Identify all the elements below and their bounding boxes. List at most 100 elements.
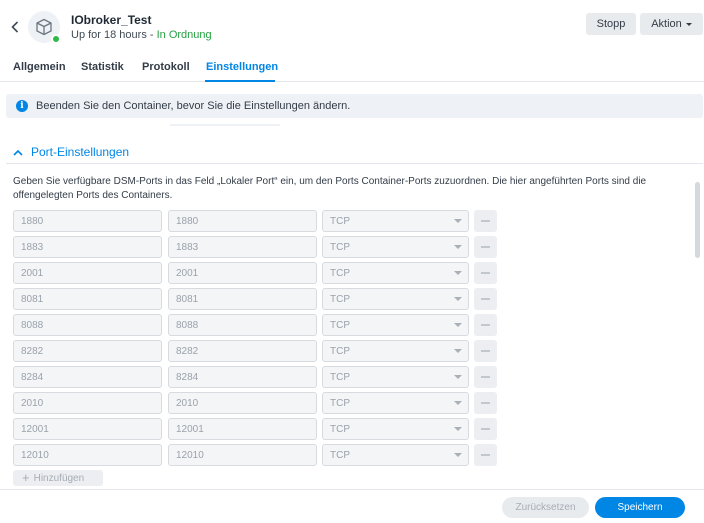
back-button[interactable] bbox=[6, 16, 24, 38]
container-status: Up for 18 hours - In Ordnung bbox=[71, 29, 212, 41]
action-button[interactable]: Aktion bbox=[640, 13, 703, 35]
info-message: Beenden Sie den Container, bevor Sie die… bbox=[36, 100, 351, 112]
add-port-button[interactable]: + Hinzufügen bbox=[13, 470, 103, 486]
info-icon: i bbox=[16, 100, 28, 112]
tab-statistik[interactable]: Statistik bbox=[81, 61, 124, 73]
local-port-input[interactable]: 8081 bbox=[13, 288, 162, 310]
local-port-input[interactable]: 2010 bbox=[13, 392, 162, 414]
protocol-value: TCP bbox=[330, 371, 350, 383]
local-port-input[interactable]: 8088 bbox=[13, 314, 162, 336]
tab-bar: Allgemein Statistik Protokoll Einstellun… bbox=[0, 53, 704, 82]
caret-down-icon bbox=[454, 271, 462, 275]
scrollbar[interactable] bbox=[695, 182, 700, 258]
protocol-select[interactable]: TCP bbox=[322, 210, 469, 232]
chevron-left-icon bbox=[11, 21, 19, 33]
container-port-input[interactable]: 12001 bbox=[168, 418, 317, 440]
protocol-select[interactable]: TCP bbox=[322, 418, 469, 440]
cube-icon bbox=[36, 18, 52, 36]
protocol-select[interactable]: TCP bbox=[322, 314, 469, 336]
info-banner: i Beenden Sie den Container, bevor Sie d… bbox=[6, 94, 703, 118]
divider bbox=[170, 124, 280, 126]
plus-icon: + bbox=[22, 470, 30, 485]
tab-protokoll[interactable]: Protokoll bbox=[142, 61, 190, 73]
protocol-value: TCP bbox=[330, 319, 350, 331]
local-port-input[interactable]: 8284 bbox=[13, 366, 162, 388]
caret-down-icon bbox=[454, 453, 462, 457]
remove-row-button[interactable] bbox=[474, 366, 497, 388]
chevron-up-icon bbox=[13, 149, 23, 156]
minus-icon bbox=[481, 246, 490, 248]
port-section-title: Port-Einstellungen bbox=[31, 145, 130, 159]
protocol-select[interactable]: TCP bbox=[322, 236, 469, 258]
caret-down-icon bbox=[454, 349, 462, 353]
remove-row-button[interactable] bbox=[474, 314, 497, 336]
add-port-label: Hinzufügen bbox=[33, 472, 85, 484]
action-label: Aktion bbox=[651, 18, 682, 30]
remove-row-button[interactable] bbox=[474, 418, 497, 440]
container-port-input[interactable]: 1880 bbox=[168, 210, 317, 232]
minus-icon bbox=[481, 298, 490, 300]
stop-button[interactable]: Stopp bbox=[586, 13, 636, 35]
protocol-value: TCP bbox=[330, 397, 350, 409]
local-port-input[interactable]: 12010 bbox=[13, 444, 162, 466]
minus-icon bbox=[481, 324, 490, 326]
active-tab-indicator bbox=[205, 80, 275, 82]
container-port-input[interactable]: 2010 bbox=[168, 392, 317, 414]
uptime-text: Up for 18 hours - bbox=[71, 29, 157, 41]
remove-row-button[interactable] bbox=[474, 236, 497, 258]
caret-down-icon bbox=[454, 323, 462, 327]
container-port-input[interactable]: 8088 bbox=[168, 314, 317, 336]
protocol-value: TCP bbox=[330, 241, 350, 253]
container-port-input[interactable]: 8284 bbox=[168, 366, 317, 388]
container-port-input[interactable]: 8081 bbox=[168, 288, 317, 310]
status-indicator bbox=[51, 34, 61, 44]
remove-row-button[interactable] bbox=[474, 288, 497, 310]
local-port-input[interactable]: 2001 bbox=[13, 262, 162, 284]
caret-down-icon bbox=[454, 297, 462, 301]
container-title: IObroker_Test bbox=[71, 13, 152, 27]
local-port-input[interactable]: 8282 bbox=[13, 340, 162, 362]
protocol-select[interactable]: TCP bbox=[322, 340, 469, 362]
port-section-description: Geben Sie verfügbare DSM-Ports in das Fe… bbox=[13, 176, 647, 201]
section-divider bbox=[6, 163, 703, 164]
caret-down-icon bbox=[454, 245, 462, 249]
local-port-input[interactable]: 1880 bbox=[13, 210, 162, 232]
protocol-value: TCP bbox=[330, 215, 350, 227]
protocol-select[interactable]: TCP bbox=[322, 262, 469, 284]
reset-button[interactable]: Zurücksetzen bbox=[502, 497, 589, 518]
remove-row-button[interactable] bbox=[474, 444, 497, 466]
remove-row-button[interactable] bbox=[474, 210, 497, 232]
minus-icon bbox=[481, 402, 490, 404]
protocol-select[interactable]: TCP bbox=[322, 392, 469, 414]
caret-down-icon bbox=[454, 375, 462, 379]
protocol-select[interactable]: TCP bbox=[322, 444, 469, 466]
minus-icon bbox=[481, 428, 490, 430]
minus-icon bbox=[481, 350, 490, 352]
tab-allgemein[interactable]: Allgemein bbox=[13, 61, 66, 73]
tab-einstellungen[interactable]: Einstellungen bbox=[206, 61, 278, 73]
save-button[interactable]: Speichern bbox=[595, 497, 685, 518]
protocol-value: TCP bbox=[330, 423, 350, 435]
protocol-value: TCP bbox=[330, 267, 350, 279]
remove-row-button[interactable] bbox=[474, 340, 497, 362]
protocol-value: TCP bbox=[330, 345, 350, 357]
minus-icon bbox=[481, 376, 490, 378]
local-port-input[interactable]: 1883 bbox=[13, 236, 162, 258]
minus-icon bbox=[481, 272, 490, 274]
status-text: In Ordnung bbox=[156, 29, 212, 41]
local-port-input[interactable]: 12001 bbox=[13, 418, 162, 440]
protocol-value: TCP bbox=[330, 293, 350, 305]
caret-down-icon bbox=[454, 219, 462, 223]
port-section-toggle[interactable]: Port-Einstellungen bbox=[13, 145, 129, 159]
minus-icon bbox=[481, 220, 490, 222]
remove-row-button[interactable] bbox=[474, 262, 497, 284]
container-port-input[interactable]: 12010 bbox=[168, 444, 317, 466]
protocol-select[interactable]: TCP bbox=[322, 366, 469, 388]
minus-icon bbox=[481, 454, 490, 456]
protocol-select[interactable]: TCP bbox=[322, 288, 469, 310]
remove-row-button[interactable] bbox=[474, 392, 497, 414]
caret-down-icon bbox=[454, 401, 462, 405]
container-port-input[interactable]: 1883 bbox=[168, 236, 317, 258]
container-port-input[interactable]: 8282 bbox=[168, 340, 317, 362]
container-port-input[interactable]: 2001 bbox=[168, 262, 317, 284]
